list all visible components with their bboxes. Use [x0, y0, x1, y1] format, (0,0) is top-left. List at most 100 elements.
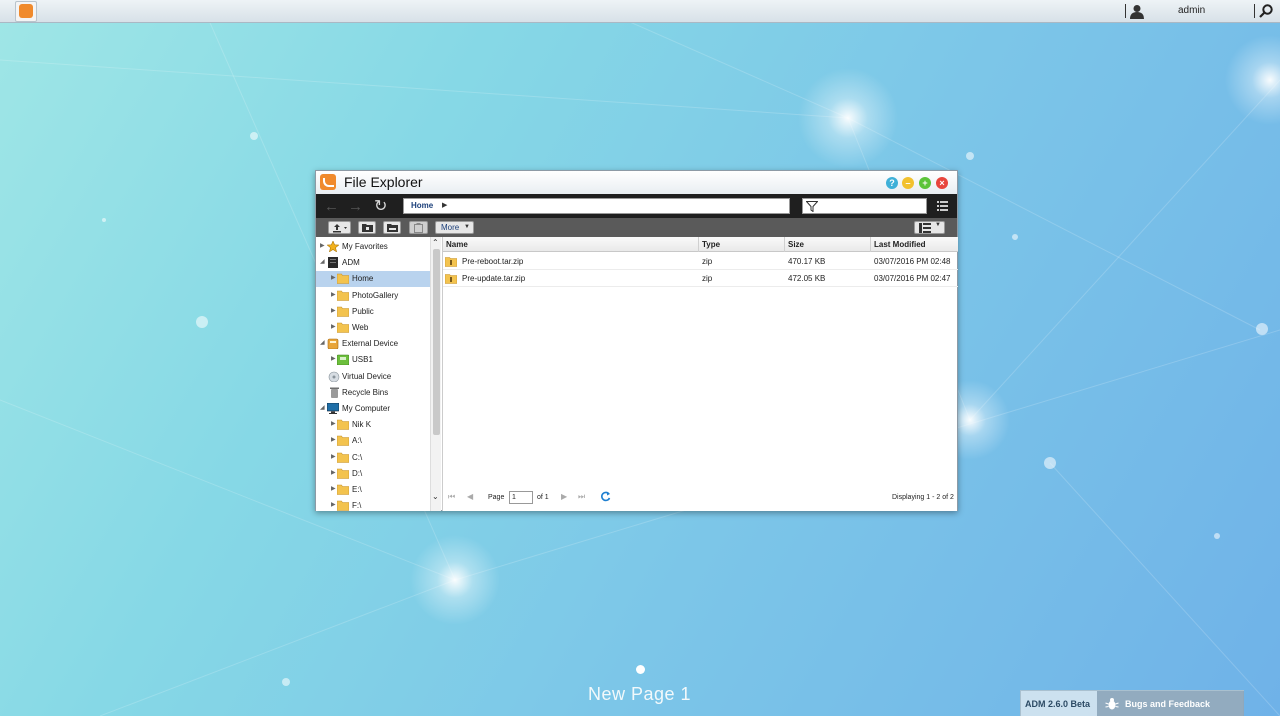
refresh-icon[interactable]: ↻ [374, 196, 387, 216]
folder-icon [337, 306, 349, 317]
tree-item-public[interactable]: ▶ Public [316, 304, 430, 320]
taskbar-separator [1125, 4, 1126, 18]
collapse-arrow-icon[interactable]: ◢ [320, 258, 325, 265]
column-header-size[interactable]: Size [785, 237, 871, 252]
upload-button[interactable] [328, 221, 351, 234]
more-dropdown-button[interactable]: More ▼ [435, 221, 474, 234]
table-row[interactable]: Pre-reboot.tar.zip zip 470.17 KB 03/07/2… [443, 253, 958, 270]
user-icon[interactable] [1130, 4, 1144, 19]
expand-arrow-icon[interactable]: ▶ [331, 420, 336, 427]
expand-arrow-icon[interactable]: ▶ [331, 307, 336, 314]
tree-item-drive-a[interactable]: ▶ A:\ [316, 433, 430, 449]
help-icon: ? [889, 178, 895, 188]
tree-item-label: My Computer [342, 404, 391, 413]
column-header-name[interactable]: Name [443, 237, 699, 252]
address-bar[interactable]: Home ▶ [403, 198, 790, 214]
file-list-header: Name Type Size Last Modified [443, 237, 958, 252]
expand-arrow-icon[interactable]: ▶ [331, 355, 336, 362]
file-explorer-taskbar-button[interactable] [15, 1, 37, 22]
tree-item-home[interactable]: ▶ Home [316, 271, 430, 287]
first-page-icon[interactable]: ⏮ [448, 492, 455, 502]
tree-scrollbar[interactable]: ⌃ ⌄ [430, 237, 441, 511]
tree-item-label: Public [352, 307, 374, 316]
tree-item-usb1[interactable]: ▶ USB1 [316, 352, 430, 368]
minimize-button[interactable]: – [902, 177, 914, 189]
folder-icon [337, 452, 349, 463]
bottom-status-bar: ADM 2.6.0 Beta Bugs and Feedback [1020, 690, 1244, 716]
tree-item-my-favorites[interactable]: ▶ My Favorites [316, 239, 430, 255]
page-count-label: of 1 [537, 494, 549, 501]
breadcrumb-home[interactable]: Home [411, 201, 433, 210]
collapse-arrow-icon[interactable]: ◢ [320, 339, 325, 346]
expand-arrow-icon[interactable]: ▶ [331, 291, 336, 298]
expand-arrow-icon[interactable]: ▶ [331, 501, 336, 508]
page-indicator-dot[interactable] [636, 665, 645, 674]
folder-icon [337, 322, 349, 333]
page-number-input[interactable]: 1 [509, 491, 533, 504]
share-folder-icon [387, 224, 398, 232]
top-taskbar: admin [0, 0, 1280, 23]
bugs-feedback-button[interactable]: Bugs and Feedback [1097, 691, 1244, 716]
search-icon[interactable] [1259, 4, 1273, 18]
plus-icon: + [922, 178, 928, 188]
help-button[interactable]: ? [886, 177, 898, 189]
tree-item-label: External Device [342, 339, 399, 348]
chevron-up-icon[interactable]: ⌃ [432, 238, 439, 247]
chevron-down-icon[interactable]: ⌄ [432, 492, 439, 501]
bugs-feedback-label: Bugs and Feedback [1125, 699, 1211, 709]
tree-item-label: My Favorites [342, 242, 388, 251]
next-page-icon[interactable]: ▶ [561, 492, 567, 501]
file-explorer-icon [320, 174, 336, 190]
table-row[interactable]: Pre-update.tar.zip zip 472.05 KB 03/07/2… [443, 270, 958, 287]
new-folder-button[interactable] [358, 221, 376, 234]
maximize-button[interactable]: + [919, 177, 931, 189]
paste-button[interactable] [409, 221, 428, 234]
tree-scrollbar-thumb[interactable] [433, 249, 440, 435]
tree-item-label: E:\ [352, 485, 362, 494]
username-label[interactable]: admin [1178, 5, 1205, 16]
file-type: zip [702, 257, 713, 266]
tree-item-web[interactable]: ▶ Web [316, 320, 430, 336]
expand-arrow-icon[interactable]: ▶ [331, 436, 336, 443]
expand-arrow-icon[interactable]: ▶ [331, 469, 336, 476]
column-header-type[interactable]: Type [699, 237, 785, 252]
tree-item-nik-k[interactable]: ▶ Nik K [316, 417, 430, 433]
tree-item-external-device[interactable]: ◢ External Device [316, 336, 430, 352]
last-page-icon[interactable]: ⏭ [578, 492, 585, 502]
tree-item-my-computer[interactable]: ◢ My Computer [316, 401, 430, 417]
list-options-icon[interactable] [937, 200, 948, 211]
column-header-last-modified[interactable]: Last Modified [871, 237, 958, 252]
taskbar-separator [1254, 4, 1255, 18]
expand-arrow-icon[interactable]: ▶ [320, 242, 325, 249]
forward-arrow-icon[interactable]: → [348, 198, 363, 215]
expand-arrow-icon[interactable]: ▶ [331, 323, 336, 330]
file-size: 472.05 KB [788, 274, 826, 283]
previous-page-icon[interactable]: ◀ [467, 492, 473, 501]
expand-arrow-icon[interactable]: ▶ [331, 485, 336, 492]
breadcrumb-arrow-icon[interactable]: ▶ [442, 201, 447, 209]
refresh-icon[interactable] [600, 491, 611, 502]
filter-input[interactable] [802, 198, 927, 214]
tree-item-drive-d[interactable]: ▶ D:\ [316, 466, 430, 482]
more-label: More [441, 223, 460, 232]
expand-arrow-icon[interactable]: ▶ [331, 453, 336, 460]
list-view-icon [919, 223, 931, 233]
folder-icon [337, 273, 349, 284]
collapse-arrow-icon[interactable]: ◢ [320, 404, 325, 411]
window-titlebar[interactable]: File Explorer ? – + × [316, 171, 957, 194]
close-button[interactable]: × [936, 177, 948, 189]
expand-arrow-icon[interactable]: ▶ [331, 274, 336, 281]
back-arrow-icon[interactable]: ← [324, 198, 339, 215]
tree-item-adm[interactable]: ◢ ADM [316, 255, 430, 271]
new-share-folder-button[interactable] [383, 221, 401, 234]
tree-item-drive-e[interactable]: ▶ E:\ [316, 482, 430, 498]
view-mode-button[interactable]: ▼ [914, 221, 945, 234]
tree-item-photogallery[interactable]: ▶ PhotoGallery [316, 288, 430, 304]
tree-item-virtual-device[interactable]: Virtual Device [316, 369, 430, 385]
tree-item-drive-f[interactable]: ▶ F:\ [316, 498, 430, 511]
tree-item-label: C:\ [352, 453, 363, 462]
tree-item-label: USB1 [352, 355, 373, 364]
tree-item-drive-c[interactable]: ▶ C:\ [316, 450, 430, 466]
tree-item-recycle-bins[interactable]: Recycle Bins [316, 385, 430, 401]
file-size: 470.17 KB [788, 257, 826, 266]
